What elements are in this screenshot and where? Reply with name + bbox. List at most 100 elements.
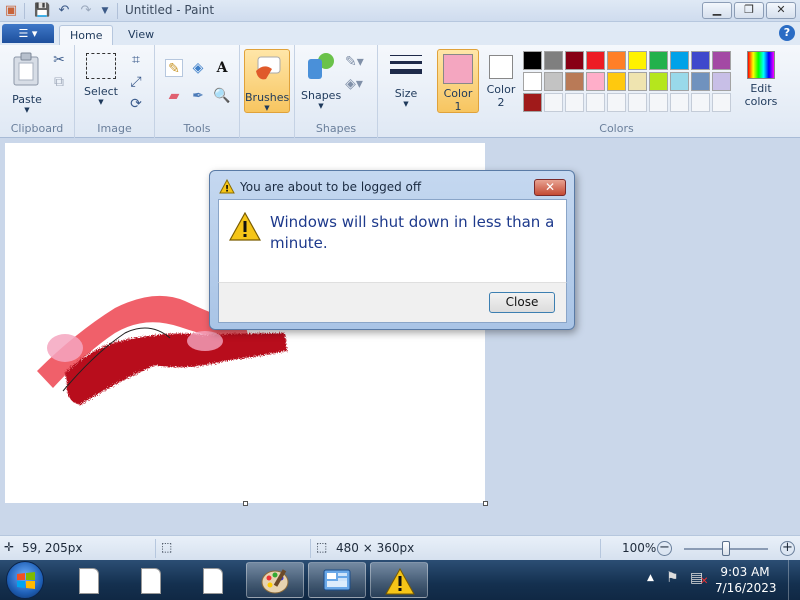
palette-swatch[interactable] xyxy=(586,93,605,112)
palette-swatch[interactable] xyxy=(649,72,668,91)
palette-swatch[interactable] xyxy=(565,51,584,70)
crop-icon[interactable]: ⌗ xyxy=(127,51,145,69)
zoom-in-button[interactable]: + xyxy=(780,541,795,556)
palette-swatch[interactable] xyxy=(523,51,542,70)
help-icon[interactable]: ? xyxy=(779,25,795,41)
taskbar-item-document-3[interactable] xyxy=(184,562,242,598)
select-button[interactable]: Select ▼ xyxy=(83,53,119,106)
select-icon xyxy=(86,53,116,79)
paste-icon xyxy=(13,52,39,86)
size-button[interactable]: Size ▼ xyxy=(386,53,426,108)
palette-swatch[interactable] xyxy=(649,93,668,112)
palette-swatch[interactable] xyxy=(712,72,731,91)
undo-icon[interactable]: ↶ xyxy=(56,3,72,19)
show-desktop-button[interactable] xyxy=(788,560,800,600)
windows-logo-icon xyxy=(17,572,35,589)
text-icon[interactable]: A xyxy=(213,59,231,77)
rainbow-icon xyxy=(747,51,775,79)
action-center-icon[interactable]: ⚑ xyxy=(666,570,679,586)
taskbar-item-document-2[interactable] xyxy=(122,562,180,598)
edit-colors-button[interactable]: Edit colors xyxy=(739,51,783,108)
fill-shape-icon[interactable]: ◈▾ xyxy=(345,75,363,93)
tab-home[interactable]: Home xyxy=(59,25,114,45)
palette-swatch[interactable] xyxy=(544,51,563,70)
palette-swatch[interactable] xyxy=(565,93,584,112)
eraser-icon[interactable]: ▰ xyxy=(165,87,183,105)
image-size-icon: ⬚ xyxy=(316,540,328,554)
rotate-icon[interactable]: ⟳ xyxy=(127,95,145,113)
palette-swatch[interactable] xyxy=(670,51,689,70)
image-group: Select ▼ ⌗ ⤢ ⟳ Image xyxy=(75,45,155,138)
paint-app-icon[interactable]: ▣ xyxy=(3,3,19,19)
outline-icon[interactable]: ✎▾ xyxy=(345,53,364,71)
palette-swatch[interactable] xyxy=(586,72,605,91)
close-button[interactable]: Close xyxy=(489,292,555,313)
customize-quick-access-icon[interactable]: ▼ xyxy=(97,3,113,19)
taskbar-item-document-1[interactable] xyxy=(60,562,118,598)
shapes-button[interactable]: Shapes ▼ xyxy=(301,51,341,110)
document-icon xyxy=(79,568,99,594)
paste-button[interactable]: Paste ▼ xyxy=(8,51,46,114)
resize-icon[interactable]: ⤢ xyxy=(127,73,145,91)
zoom-slider-thumb[interactable] xyxy=(722,541,730,556)
minimize-button[interactable]: ▁ xyxy=(702,2,732,19)
resize-handle-corner[interactable] xyxy=(483,501,488,506)
close-button[interactable]: ✕ xyxy=(766,2,796,19)
start-button[interactable] xyxy=(6,561,44,599)
palette-swatch[interactable] xyxy=(628,72,647,91)
palette-swatch[interactable] xyxy=(670,93,689,112)
copy-icon[interactable]: ⧉ xyxy=(50,73,68,91)
palette-swatch[interactable] xyxy=(628,51,647,70)
document-icon xyxy=(203,568,223,594)
color-picker-icon[interactable]: ✒ xyxy=(189,87,207,105)
palette-swatch[interactable] xyxy=(544,93,563,112)
palette-swatch[interactable] xyxy=(607,93,626,112)
chevron-down-icon: ▼ xyxy=(98,98,104,106)
palette-swatch[interactable] xyxy=(670,72,689,91)
palette-swatch[interactable] xyxy=(712,51,731,70)
cursor-position: 59, 205px xyxy=(22,541,83,555)
paint-menu-button[interactable]: ☰ ▾ xyxy=(2,24,54,43)
tab-view[interactable]: View xyxy=(118,25,164,45)
palette-swatch[interactable] xyxy=(649,51,668,70)
color2-button[interactable]: Color 2 xyxy=(483,49,519,109)
brushes-group: Brushes ▼ xyxy=(240,45,295,138)
pencil-icon[interactable]: ✎ xyxy=(165,59,183,77)
restore-icon: ❐ xyxy=(744,3,754,16)
palette-swatch[interactable] xyxy=(607,51,626,70)
zoom-out-button[interactable]: − xyxy=(657,541,672,556)
palette-swatch[interactable] xyxy=(691,93,710,112)
palette-swatch[interactable] xyxy=(523,72,542,91)
palette-swatch[interactable] xyxy=(544,72,563,91)
taskbar-item-paint[interactable] xyxy=(246,562,304,598)
palette-swatch[interactable] xyxy=(691,72,710,91)
palette-swatch[interactable] xyxy=(523,93,542,112)
taskbar-item-control-panel[interactable] xyxy=(308,562,366,598)
taskbar-item-warning[interactable] xyxy=(370,562,428,598)
palette-swatch[interactable] xyxy=(628,93,647,112)
save-icon[interactable]: 💾 xyxy=(34,3,50,19)
show-hidden-icons-icon[interactable]: ▲ xyxy=(647,573,654,583)
restore-button[interactable]: ❐ xyxy=(734,2,764,19)
clock[interactable]: 9:03 AM 7/16/2023 xyxy=(715,564,777,596)
warning-large-icon xyxy=(229,212,261,241)
palette-swatch[interactable] xyxy=(565,72,584,91)
color1-button[interactable]: Color 1 xyxy=(437,49,479,113)
redo-icon[interactable]: ↷ xyxy=(78,3,94,19)
magnifier-icon[interactable]: 🔍 xyxy=(213,87,231,105)
chevron-down-icon: ▼ xyxy=(264,104,270,112)
palette-swatch[interactable] xyxy=(607,72,626,91)
dialog-close-x-button[interactable]: ✕ xyxy=(534,179,566,196)
fill-icon[interactable]: ◈ xyxy=(189,59,207,77)
shapes-label: Shapes xyxy=(315,122,357,135)
palette-swatch[interactable] xyxy=(691,51,710,70)
cut-icon[interactable]: ✂ xyxy=(50,51,68,69)
separator xyxy=(24,3,25,19)
tools-group: ✎ ◈ A ▰ ✒ 🔍 Tools xyxy=(155,45,240,138)
palette-swatch[interactable] xyxy=(586,51,605,70)
palette-swatch[interactable] xyxy=(712,93,731,112)
resize-handle-bottom[interactable] xyxy=(243,501,248,506)
cursor-position-icon: ✛ xyxy=(4,540,15,554)
control-panel-icon xyxy=(323,569,351,591)
brushes-button[interactable]: Brushes ▼ xyxy=(244,49,290,113)
